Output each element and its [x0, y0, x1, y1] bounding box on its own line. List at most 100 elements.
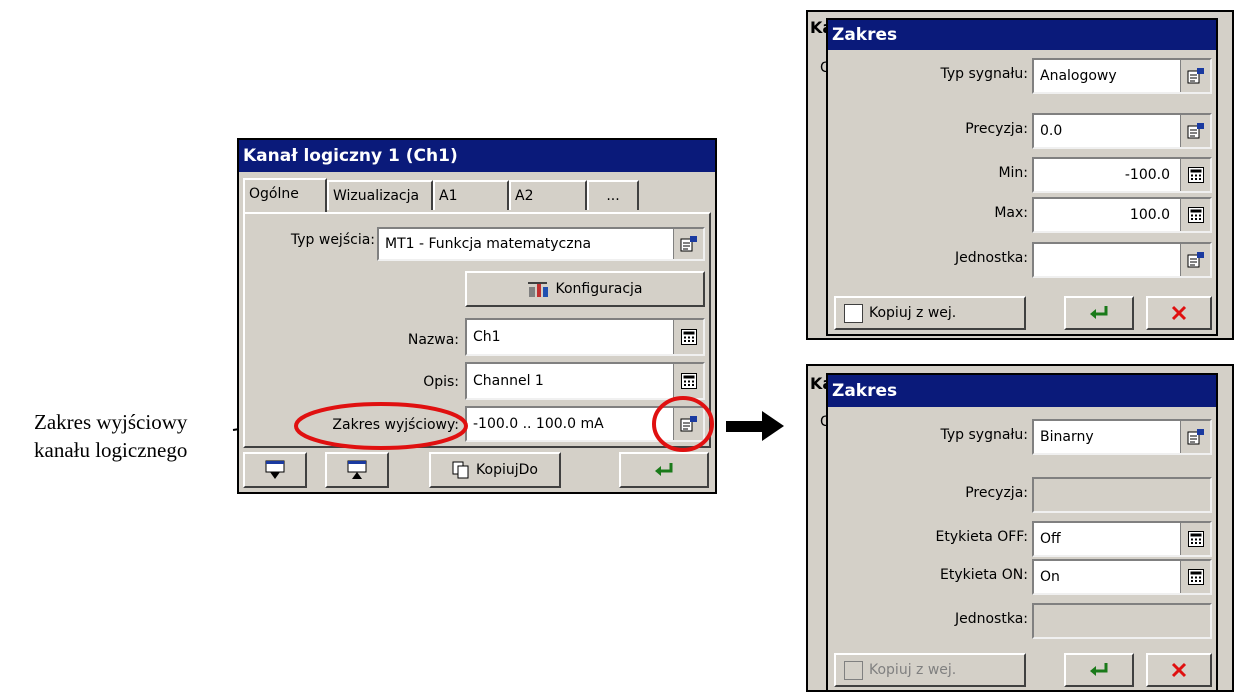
properties-button[interactable] [1180, 60, 1210, 92]
max-field[interactable]: 100.0 [1032, 197, 1212, 233]
precision-value: 0.0 [1040, 123, 1063, 139]
properties-icon [680, 235, 697, 252]
copy-from-input-checkbox[interactable] [844, 303, 863, 323]
window-down-icon [265, 460, 285, 479]
range-button-highlight [652, 396, 714, 452]
calculator-icon [1187, 531, 1204, 547]
name-label: Nazwa: [407, 332, 459, 348]
annotation-line1: Zakres wyjściowy [34, 410, 188, 434]
calculator-icon [1187, 207, 1204, 223]
copy-from-input-toggle: Kopiuj z wej. [834, 653, 1026, 687]
keyboard-button[interactable] [1180, 159, 1210, 191]
label-on-value: On [1040, 569, 1060, 585]
configuration-label: Konfiguracja [555, 281, 643, 297]
name-field[interactable]: Ch1 [465, 318, 705, 356]
signal-type-value: Binarny [1040, 429, 1094, 445]
copy-from-input-label: Kopiuj z wej. [869, 662, 957, 678]
signal-type-field[interactable]: Analogowy [1032, 58, 1212, 94]
tab-label: ... [606, 188, 620, 204]
signal-type-value: Analogowy [1040, 68, 1117, 84]
cancel-button[interactable] [1146, 296, 1212, 330]
copy-icon [452, 461, 469, 479]
copy-to-label: KopiujDo [476, 462, 538, 478]
precision-field[interactable]: 0.0 [1032, 113, 1212, 149]
annotation-label: Zakres wyjściowy kanału logicznego [34, 408, 234, 464]
properties-button[interactable] [1180, 421, 1210, 453]
signal-type-label: Typ sygnału: [940, 427, 1028, 443]
tab-label: Ogólne [249, 186, 299, 202]
range-dialog-analog: Zakres Typ sygnału: Analogowy Precyzja: … [826, 18, 1218, 336]
input-type-value: MT1 - Funkcja matematyczna [385, 236, 592, 252]
cancel-button[interactable] [1146, 653, 1212, 687]
calculator-icon [1187, 569, 1204, 585]
properties-button[interactable] [1180, 244, 1210, 276]
input-type-label: Typ wejścia: [290, 232, 375, 248]
properties-button[interactable] [673, 229, 703, 259]
move-up-button[interactable] [325, 452, 389, 488]
description-value: Channel 1 [473, 373, 544, 389]
range-dialog-binary: Zakres Typ sygnału: Binarny Precyzja: Et… [826, 373, 1218, 692]
copy-from-input-label: Kopiuj z wej. [869, 305, 957, 321]
tab-more[interactable]: ... [587, 180, 639, 210]
tab-ogolne[interactable]: Ogólne [243, 178, 327, 212]
unit-label: Jednostka: [954, 250, 1028, 266]
label-on-field[interactable]: On [1032, 559, 1212, 595]
unit-field [1032, 603, 1212, 639]
keyboard-button[interactable] [1180, 561, 1210, 593]
tools-icon [528, 282, 549, 297]
copy-from-input-checkbox [844, 660, 863, 680]
copy-to-button[interactable]: KopiujDo [429, 452, 561, 488]
label-on-label: Etykieta ON: [940, 567, 1028, 583]
min-label: Min: [998, 165, 1028, 181]
ok-button[interactable] [1064, 296, 1134, 330]
tab-label: A1 [439, 188, 458, 204]
annotation-line2: kanału logicznego [34, 438, 188, 462]
copy-from-input-toggle[interactable]: Kopiuj z wej. [834, 296, 1026, 330]
label-off-field[interactable]: Off [1032, 521, 1212, 557]
keyboard-button[interactable] [673, 320, 703, 354]
properties-button[interactable] [1180, 115, 1210, 147]
calculator-icon [1187, 167, 1204, 183]
window-up-icon [347, 460, 367, 479]
configuration-button[interactable]: Konfiguracja [465, 271, 705, 307]
tab-a1[interactable]: A1 [433, 180, 509, 210]
properties-icon [1187, 428, 1204, 445]
max-label: Max: [994, 205, 1028, 221]
keyboard-button[interactable] [1180, 199, 1210, 231]
move-down-button[interactable] [243, 452, 307, 488]
enter-icon [1089, 661, 1108, 678]
window-titlebar: Kanał logiczny 1 (Ch1) [239, 140, 715, 172]
output-range-value: -100.0 .. 100.0 mA [473, 416, 604, 432]
properties-icon [1187, 67, 1204, 84]
properties-icon [1187, 251, 1204, 268]
precision-label: Precyzja: [965, 485, 1028, 501]
signal-type-field[interactable]: Binarny [1032, 419, 1212, 455]
tab-a2[interactable]: A2 [509, 180, 587, 210]
cancel-icon [1171, 662, 1187, 678]
input-type-field[interactable]: MT1 - Funkcja matematyczna [377, 227, 705, 261]
dialog-titlebar: Zakres [828, 375, 1216, 407]
tab-label: Wizualizacja [333, 188, 420, 204]
unit-field[interactable] [1032, 242, 1212, 278]
enter-button[interactable] [619, 452, 709, 488]
window-title: Kanał logiczny 1 (Ch1) [243, 146, 458, 166]
right-arrow [726, 411, 784, 441]
dialog-title: Zakres [832, 381, 898, 401]
calculator-icon [680, 373, 697, 389]
dialog-titlebar: Zakres [828, 20, 1216, 50]
tab-wizualizacja[interactable]: Wizualizacja [327, 180, 433, 210]
ok-button[interactable] [1064, 653, 1134, 687]
keyboard-button[interactable] [1180, 523, 1210, 555]
label-off-label: Etykieta OFF: [935, 529, 1028, 545]
precision-field [1032, 477, 1212, 513]
calculator-icon [680, 329, 697, 345]
max-value: 100.0 [1129, 207, 1170, 223]
min-field[interactable]: -100.0 [1032, 157, 1212, 193]
properties-icon [1187, 122, 1204, 139]
name-value: Ch1 [473, 329, 501, 345]
enter-icon [1089, 304, 1108, 321]
keyboard-button[interactable] [673, 364, 703, 398]
enter-icon [654, 461, 673, 478]
range-label-highlight [294, 402, 468, 450]
signal-type-label: Typ sygnału: [940, 66, 1028, 82]
